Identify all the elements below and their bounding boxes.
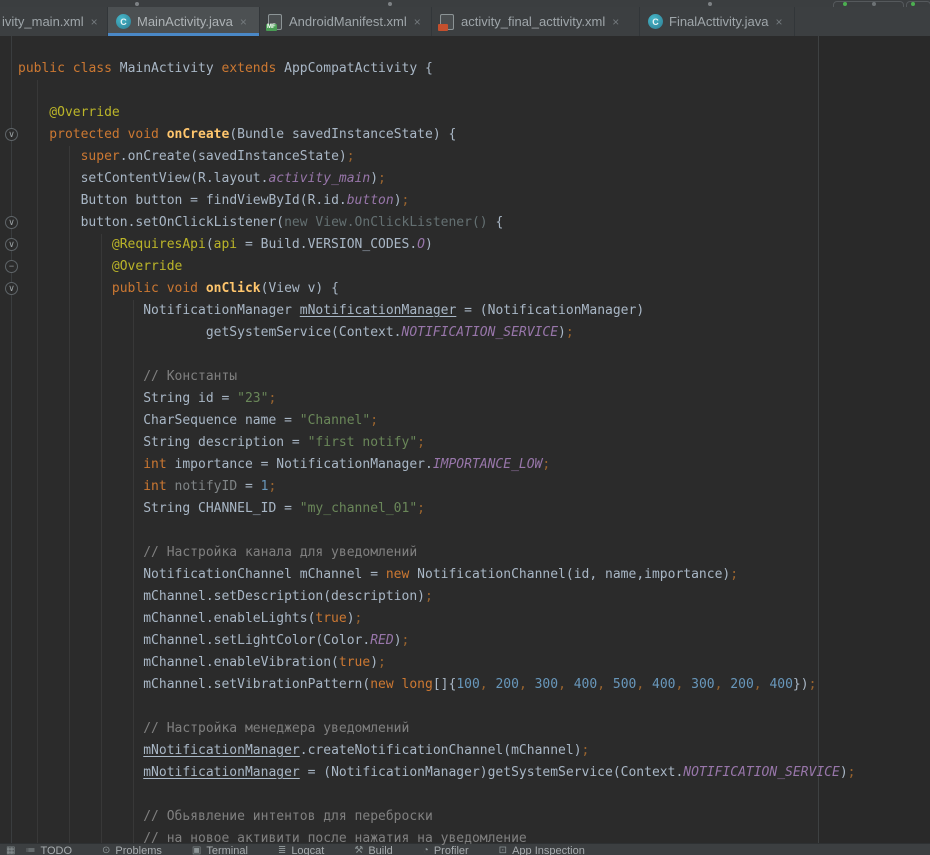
java-class-icon: C [116, 14, 131, 29]
tab-label: AndroidManifest.xml [289, 14, 407, 29]
toolbar-dot-icon [872, 2, 876, 6]
code-line: // Обьявление интентов для переброски [0, 806, 930, 828]
code-line: NotificationChannel mChannel = new Notif… [0, 564, 930, 586]
code-line: // Настройка менеджера уведомлений [0, 718, 930, 740]
code-line: button.setOnClickListener(new View.OnCli… [0, 212, 930, 234]
tab-finalacttivity-java[interactable]: C FinalActtivity.java × [640, 7, 795, 36]
code-line [0, 520, 930, 542]
tab-close-icon[interactable]: × [612, 16, 619, 28]
tab-androidmanifest-xml[interactable]: MF AndroidManifest.xml × [260, 7, 432, 36]
code-line: @RequiresApi(api = Build.VERSION_CODES.O… [0, 234, 930, 256]
code-editor[interactable]: ∨ ∨ ∨ − ∨ public class MainActivity extends … [0, 36, 930, 855]
fold-chevron-icon[interactable]: ∨ [5, 282, 18, 295]
code-line: mChannel.setLightColor(Color.RED); [0, 630, 930, 652]
code-line: String id = "23"; [0, 388, 930, 410]
code-line: String description = "first notify"; [0, 432, 930, 454]
code-line: int importance = NotificationManager.IMP… [0, 454, 930, 476]
tab-close-icon[interactable]: × [775, 16, 782, 28]
run-icon[interactable] [843, 2, 847, 6]
code-line: mNotificationManager = (NotificationMana… [0, 762, 930, 784]
code-line [0, 696, 930, 718]
code-line: String CHANNEL_ID = "my_channel_01"; [0, 498, 930, 520]
tab-close-icon[interactable]: × [414, 16, 421, 28]
code-line: @Override [0, 256, 930, 278]
debug-icon[interactable] [911, 2, 915, 6]
tab-label: FinalActtivity.java [669, 14, 768, 29]
code-line: mNotificationManager.createNotificationC… [0, 740, 930, 762]
tab-mainactivity-java[interactable]: C MainActivity.java × [108, 7, 260, 36]
manifest-file-icon: MF [268, 14, 282, 30]
code-line [0, 80, 930, 102]
tab-label: activity_final_acttivity.xml [461, 14, 605, 29]
code-line: CharSequence name = "Channel"; [0, 410, 930, 432]
code-line: mChannel.enableLights(true); [0, 608, 930, 630]
code-line: NotificationManager mNotificationManager… [0, 300, 930, 322]
layout-xml-file-icon [440, 14, 454, 30]
android-studio-window: ivity_main.xml × C MainActivity.java × M… [0, 0, 930, 855]
code-line: Button button = findViewById(R.id.button… [0, 190, 930, 212]
tab-activity-main-xml[interactable]: ivity_main.xml × [0, 7, 108, 36]
fold-chevron-icon[interactable]: ∨ [5, 238, 18, 251]
code-line: mChannel.enableVibration(true); [0, 652, 930, 674]
code-line: getSystemService(Context.NOTIFICATION_SE… [0, 322, 930, 344]
code-line: mChannel.setDescription(description); [0, 586, 930, 608]
code-line: protected void onCreate(Bundle savedInst… [0, 124, 930, 146]
tab-activity-final-acttivity-xml[interactable]: activity_final_acttivity.xml × [432, 7, 640, 36]
toolbar-dot-icon [708, 2, 712, 6]
fold-chevron-icon[interactable]: ∨ [5, 216, 18, 229]
code-line: mChannel.setVibrationPattern(new long[]{… [0, 674, 930, 696]
toolbar-dot-icon [388, 2, 392, 6]
code-line: public void onClick(View v) { [0, 278, 930, 300]
code-line: @Override [0, 102, 930, 124]
code-line [0, 784, 930, 806]
fold-collapse-icon[interactable]: − [5, 260, 18, 273]
tab-label: ivity_main.xml [2, 14, 84, 29]
tab-close-icon[interactable]: × [240, 16, 247, 28]
code-line: // Настройка канала для уведомлений [0, 542, 930, 564]
code-line: int notifyID = 1; [0, 476, 930, 498]
tab-close-icon[interactable]: × [91, 16, 98, 28]
toolbar-dot-icon [135, 2, 139, 6]
code-line [0, 344, 930, 366]
code-line: setContentView(R.layout.activity_main); [0, 168, 930, 190]
code-lines: public class MainActivity extends AppCom… [0, 36, 930, 850]
tab-label: MainActivity.java [137, 14, 233, 29]
code-line: public class MainActivity extends AppCom… [0, 58, 930, 80]
editor-tab-bar: ivity_main.xml × C MainActivity.java × M… [0, 7, 930, 36]
java-class-icon: C [648, 14, 663, 29]
code-line: super.onCreate(savedInstanceState); [0, 146, 930, 168]
fold-chevron-icon[interactable]: ∨ [5, 128, 18, 141]
code-line: // на новое активити после нажатия на ув… [0, 828, 930, 850]
code-line: // Константы [0, 366, 930, 388]
